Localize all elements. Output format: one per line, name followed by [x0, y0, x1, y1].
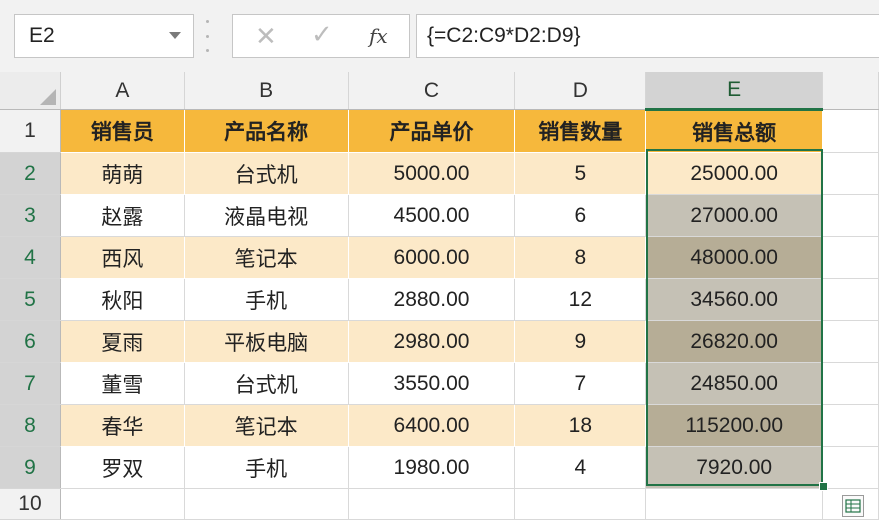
cell-c3[interactable]: 4500.00 — [348, 194, 516, 237]
cell-a2[interactable]: 萌萌 — [60, 152, 185, 195]
cell-a6[interactable]: 夏雨 — [60, 320, 185, 363]
column-header-e[interactable]: E — [645, 72, 824, 111]
cell-e1[interactable]: 销售总额 — [645, 109, 824, 153]
cell-c9[interactable]: 1980.00 — [348, 446, 516, 489]
spreadsheet-window: E2 ✕ ✓ fx {=C2:C9*D2:D9} A B C D E 1 销售员… — [0, 0, 879, 529]
formula-text: {=C2:C9*D2:D9} — [427, 24, 581, 47]
cell-e9[interactable]: 7920.00 — [645, 446, 824, 489]
cell-a1[interactable]: 销售员 — [60, 109, 185, 153]
row-header-6[interactable]: 6 — [0, 320, 61, 363]
row-header-4[interactable]: 4 — [0, 236, 61, 279]
cell-c2[interactable]: 5000.00 — [348, 152, 516, 195]
cell-e5[interactable]: 34560.00 — [645, 278, 824, 321]
cell-f7[interactable] — [822, 362, 879, 405]
cell-d10[interactable] — [514, 488, 647, 520]
insert-function-icon[interactable]: fx — [369, 24, 388, 48]
cell-f3[interactable] — [822, 194, 879, 237]
row-header-1[interactable]: 1 — [0, 109, 61, 153]
column-header-a[interactable]: A — [60, 72, 185, 110]
cell-d7[interactable]: 7 — [514, 362, 647, 405]
column-header-d[interactable]: D — [514, 72, 647, 110]
name-box-value: E2 — [29, 24, 55, 47]
cell-b2[interactable]: 台式机 — [184, 152, 349, 195]
cell-c4[interactable]: 6000.00 — [348, 236, 516, 279]
cell-c8[interactable]: 6400.00 — [348, 404, 516, 447]
cancel-icon[interactable]: ✕ — [255, 21, 277, 52]
cell-d1[interactable]: 销售数量 — [514, 109, 647, 153]
select-all-corner[interactable] — [0, 72, 61, 110]
cell-c6[interactable]: 2980.00 — [348, 320, 516, 363]
cell-e2[interactable]: 25000.00 — [645, 152, 824, 195]
row-header-3[interactable]: 3 — [0, 194, 61, 237]
row-header-7[interactable]: 7 — [0, 362, 61, 405]
cell-f9[interactable] — [822, 446, 879, 489]
cell-e7[interactable]: 24850.00 — [645, 362, 824, 405]
row-header-9[interactable]: 9 — [0, 446, 61, 489]
cell-b4[interactable]: 笔记本 — [184, 236, 349, 279]
quick-analysis-icon[interactable] — [842, 495, 864, 517]
cell-d5[interactable]: 12 — [514, 278, 647, 321]
cell-f6[interactable] — [822, 320, 879, 363]
column-header-f[interactable] — [822, 72, 879, 110]
cell-d4[interactable]: 8 — [514, 236, 647, 279]
cell-c1[interactable]: 产品单价 — [348, 109, 516, 153]
cell-a7[interactable]: 董雪 — [60, 362, 185, 405]
cell-a8[interactable]: 春华 — [60, 404, 185, 447]
cell-e6[interactable]: 26820.00 — [645, 320, 824, 363]
fill-handle[interactable] — [819, 482, 828, 491]
cell-a4[interactable]: 西风 — [60, 236, 185, 279]
worksheet-table: A B C D E 1 销售员 产品名称 产品单价 销售数量 销售总额 2 萌萌… — [0, 72, 879, 520]
cell-d8[interactable]: 18 — [514, 404, 647, 447]
cell-f8[interactable] — [822, 404, 879, 447]
row-header-8[interactable]: 8 — [0, 404, 61, 447]
cell-b7[interactable]: 台式机 — [184, 362, 349, 405]
cell-c7[interactable]: 3550.00 — [348, 362, 516, 405]
cell-f2[interactable] — [822, 152, 879, 195]
cell-c5[interactable]: 2880.00 — [348, 278, 516, 321]
cell-e3[interactable]: 27000.00 — [645, 194, 824, 237]
column-header-c[interactable]: C — [348, 72, 516, 110]
formula-bar-splitter[interactable] — [205, 20, 209, 52]
cell-b6[interactable]: 平板电脑 — [184, 320, 349, 363]
cell-b5[interactable]: 手机 — [184, 278, 349, 321]
column-header-b[interactable]: B — [184, 72, 349, 110]
cell-b3[interactable]: 液晶电视 — [184, 194, 349, 237]
worksheet-grid: A B C D E 1 销售员 产品名称 产品单价 销售数量 销售总额 2 萌萌… — [0, 72, 879, 520]
cell-e4[interactable]: 48000.00 — [645, 236, 824, 279]
cell-d2[interactable]: 5 — [514, 152, 647, 195]
chevron-down-icon[interactable] — [169, 32, 181, 39]
cell-f1[interactable] — [822, 109, 879, 153]
row-header-10[interactable]: 10 — [0, 488, 61, 520]
row-header-2[interactable]: 2 — [0, 152, 61, 195]
formula-buttons: ✕ ✓ fx — [232, 14, 410, 58]
formula-input[interactable]: {=C2:C9*D2:D9} — [416, 14, 879, 58]
cell-b8[interactable]: 笔记本 — [184, 404, 349, 447]
cell-c10[interactable] — [348, 488, 516, 520]
cell-d3[interactable]: 6 — [514, 194, 647, 237]
cell-e10[interactable] — [645, 488, 824, 520]
enter-icon[interactable]: ✓ — [311, 19, 333, 50]
cell-a9[interactable]: 罗双 — [60, 446, 185, 489]
cell-d6[interactable]: 9 — [514, 320, 647, 363]
row-header-5[interactable]: 5 — [0, 278, 61, 321]
cell-f4[interactable] — [822, 236, 879, 279]
cell-f5[interactable] — [822, 278, 879, 321]
cell-b1[interactable]: 产品名称 — [184, 109, 349, 153]
cell-a3[interactable]: 赵露 — [60, 194, 185, 237]
cell-a10[interactable] — [60, 488, 185, 520]
name-box[interactable]: E2 — [14, 14, 194, 58]
cell-a5[interactable]: 秋阳 — [60, 278, 185, 321]
cell-d9[interactable]: 4 — [514, 446, 647, 489]
cell-e8[interactable]: 115200.00 — [645, 404, 824, 447]
cell-b9[interactable]: 手机 — [184, 446, 349, 489]
formula-bar: E2 ✕ ✓ fx {=C2:C9*D2:D9} — [0, 0, 879, 73]
cell-b10[interactable] — [184, 488, 349, 520]
